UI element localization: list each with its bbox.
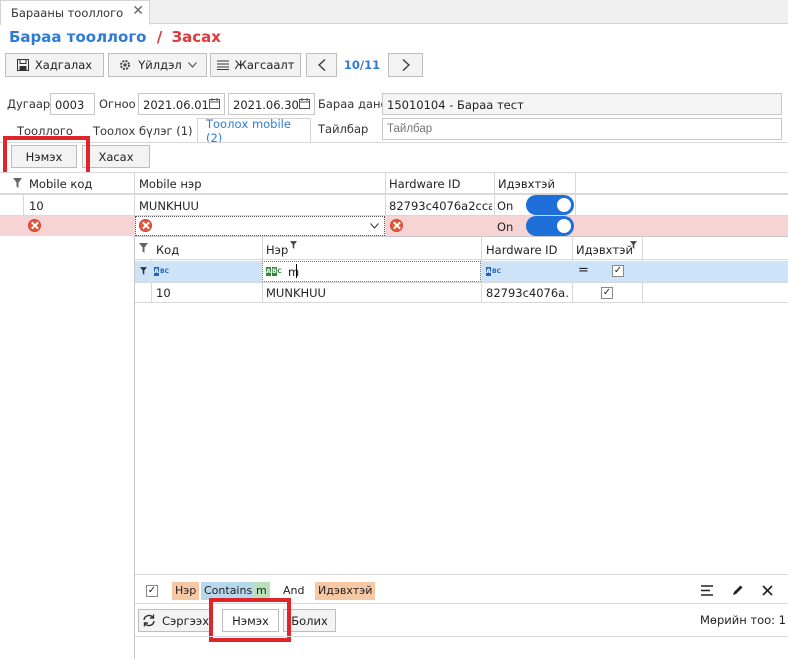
number-label: Дугаар [7,97,51,111]
number-field[interactable]: 0003 [50,93,95,115]
tab-count-mobile-label: Тоолох mobile (2) [206,117,291,145]
grid-divider [135,302,788,303]
date-label: Огноо [99,97,136,111]
filter-enable-checkbox[interactable]: ✓ [146,585,158,597]
popup-col-name[interactable]: Нэр [266,243,288,257]
calendar-icon[interactable] [209,98,220,109]
calendar-icon[interactable] [299,98,310,109]
filter-field-chip[interactable]: Нэр [172,582,200,600]
page-title: Бараа тооллого / Засах [9,28,221,46]
note-field[interactable] [382,118,782,140]
active-filter-checkbox[interactable]: ✓ [612,265,624,277]
popup-col-code[interactable]: Код [156,243,179,257]
menu-icon[interactable] [701,585,713,596]
grid-divider [135,282,788,283]
action-label: Үйлдэл [138,58,182,72]
popup-row-hwid: 82793c4076a... [486,286,570,300]
save-icon [16,59,29,71]
document-tab[interactable]: Барааны тооллого ✕ [0,0,150,25]
row-name: MUNKHUU [139,199,199,213]
chevron-right-icon [402,59,410,71]
text-filter-icon: ABC [266,267,282,276]
title-separator: / [156,28,163,46]
refresh-label: Сэргээх [161,613,210,628]
equals-operator[interactable]: = [578,263,589,278]
text-filter-icon: ABC [486,267,501,276]
edit-icon[interactable] [732,584,744,596]
popup-row-active-checkbox[interactable]: ✓ [601,287,613,299]
col-mobile-code[interactable]: Mobile код [29,177,92,191]
filter-bar-border [135,574,788,575]
tab-divider [0,142,788,143]
filter-icon [140,267,147,275]
popup-bottom-border [135,636,788,637]
filter-icon[interactable] [13,178,22,188]
account-label: Бараа данс [318,97,387,111]
list-icon [216,60,229,70]
tab-count-mobile[interactable]: Тоолох mobile (2) [197,117,311,145]
row-code: 10 [29,199,44,213]
row-count: Мөрийн тоо: 1 [700,613,786,627]
error-icon [390,219,403,232]
col-mobile-name[interactable]: Mobile нэр [139,177,202,191]
filter-icon[interactable] [630,241,637,249]
grid-divider [0,194,788,195]
date-from-value: 2021.06.01 [143,98,209,112]
text-filter-icon: ABC [154,267,169,276]
action-button[interactable]: Үйлдэл [108,53,207,77]
cancel-label: Болих [291,613,328,628]
pager-indicator: 10/11 [343,58,381,72]
list-button[interactable]: Жагсаалт [210,53,301,77]
remove-row-button[interactable]: Хасах [82,145,150,168]
tab-count-group[interactable]: Тоолох бүлэг (1) [93,124,193,138]
filter-field-chip[interactable]: Идэвхтэй [315,582,376,600]
chevron-left-icon [317,59,325,71]
chevron-down-icon[interactable] [370,223,379,229]
account-field[interactable]: 15010104 - Бараа тест [382,93,782,115]
row-active-text: On [497,199,514,213]
chevron-down-icon [187,62,197,68]
error-icon [28,219,41,232]
filter-icon[interactable] [290,241,297,249]
new-row-active-text: On [497,220,514,234]
date-from-field[interactable]: 2021.06.01 [138,93,225,115]
next-button[interactable] [388,53,423,77]
refresh-icon [143,614,155,627]
active-toggle[interactable] [526,195,574,215]
refresh-button[interactable]: Сэргээх [138,609,213,632]
mobile-name-combo[interactable] [135,216,385,236]
save-label: Хадгалах [34,58,93,72]
active-toggle[interactable] [526,216,574,236]
text-cursor [296,264,297,278]
document-tab-title: Барааны тооллого [11,6,124,20]
date-to-field[interactable]: 2021.06.30 [228,93,315,115]
popup-header [135,237,788,260]
save-button[interactable]: Хадгалах [5,53,104,77]
gear-icon [120,60,131,70]
popup-col-hwid[interactable]: Hardware ID [486,243,557,257]
list-label: Жагсаалт [234,58,295,72]
date-to-value: 2021.06.30 [233,98,299,112]
popup-col-active[interactable]: Идэвхтэй [576,243,633,257]
name-filter-value: m [288,265,300,279]
row-hwid: 82793c4076a2cca0 [389,199,492,213]
close-icon[interactable]: ✕ [132,3,144,19]
prev-button[interactable] [306,53,337,77]
popup-row-code: 10 [156,286,171,300]
close-icon[interactable] [762,585,773,596]
col-active[interactable]: Идэвхтэй [498,177,555,191]
filter-icon[interactable] [139,243,148,253]
note-label: Тайлбар [318,122,369,136]
page-mode: Засах [171,28,221,46]
col-hardware-id[interactable]: Hardware ID [389,177,460,191]
page-title-text: Бараа тооллого [9,28,147,46]
highlight-box [3,136,90,176]
remove-row-label: Хасах [98,149,134,164]
error-icon [139,219,152,232]
grid-top-border [0,172,788,173]
popup-row-name: MUNKHUU [266,286,326,300]
